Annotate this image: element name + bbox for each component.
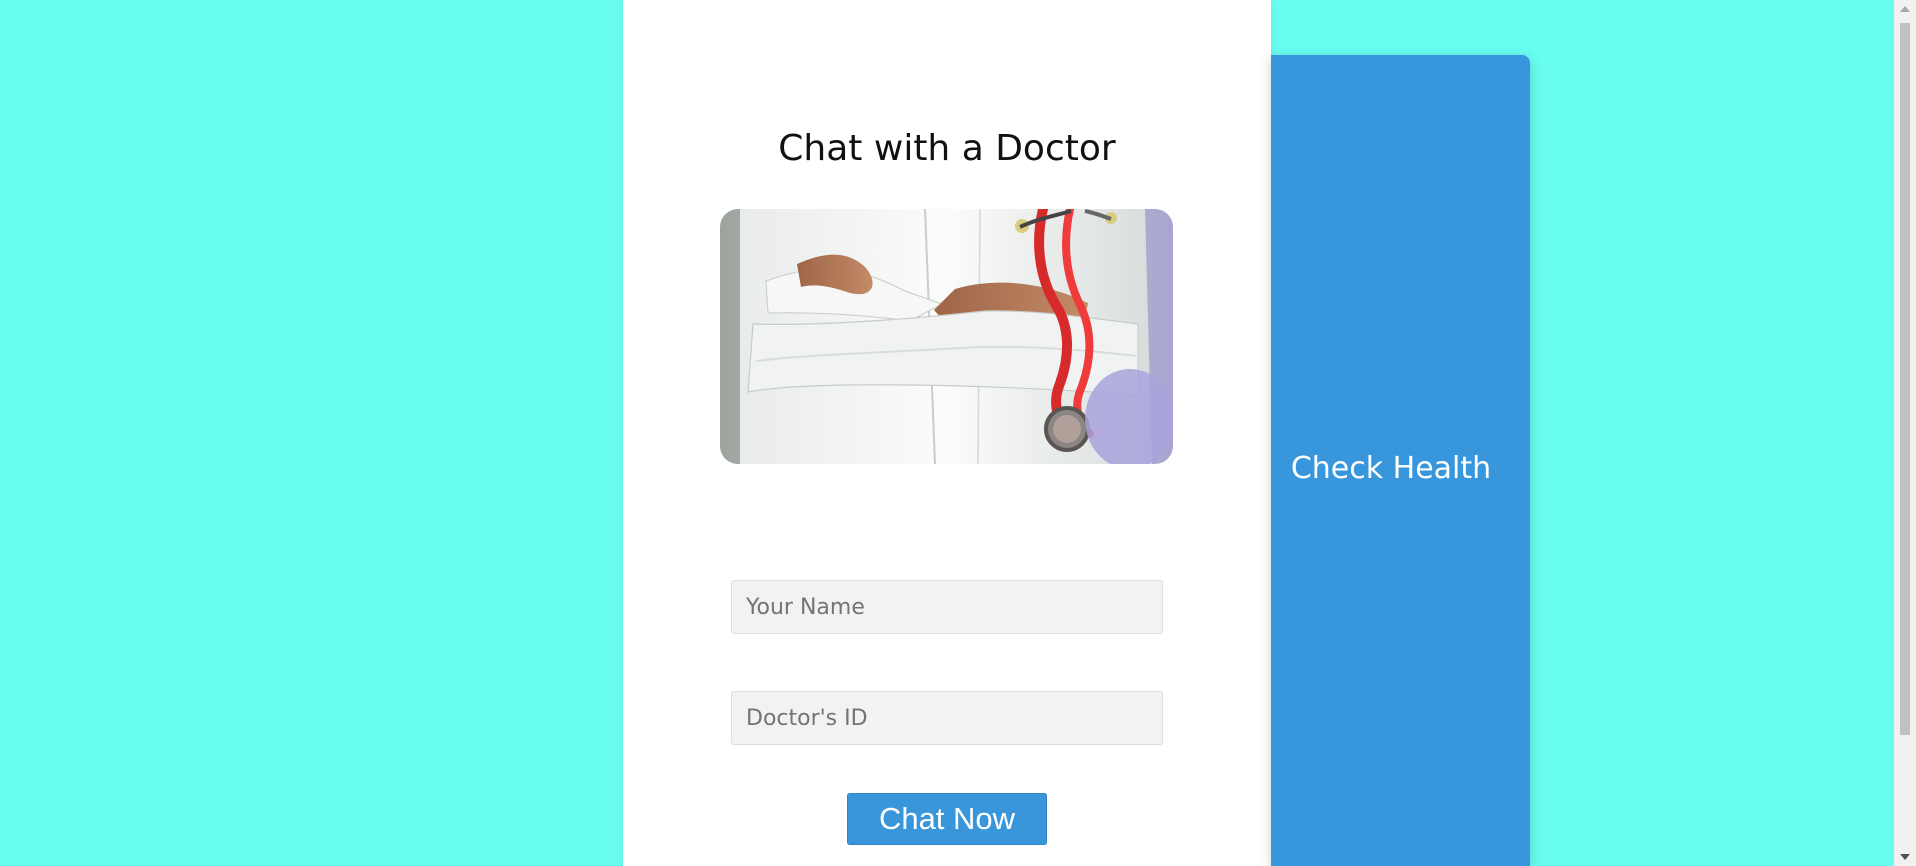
chevron-up-icon[interactable]: [1900, 6, 1910, 12]
chevron-down-icon[interactable]: [1900, 854, 1910, 860]
vertical-scrollbar[interactable]: [1894, 0, 1916, 866]
check-health-panel[interactable]: Check Health: [1271, 55, 1530, 866]
scrollbar-thumb[interactable]: [1900, 23, 1910, 735]
doctor-illustration: [740, 209, 1173, 464]
name-input[interactable]: [731, 580, 1163, 634]
page: Chat with a Doctor Your Name Doctor's ID…: [0, 0, 1916, 866]
chat-card: Chat with a Doctor Your Name Doctor's ID…: [623, 0, 1271, 866]
chat-now-button[interactable]: Chat Now: [847, 793, 1047, 845]
doctor-image: [720, 209, 1173, 464]
doctor-id-input[interactable]: [731, 691, 1163, 745]
check-health-label: Check Health: [1290, 451, 1492, 486]
page-title: Chat with a Doctor: [778, 128, 1116, 169]
